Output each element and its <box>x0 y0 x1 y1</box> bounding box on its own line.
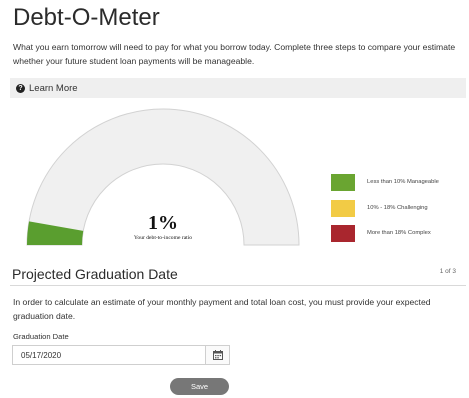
legend-item-challenging: 10% - 18% Challenging <box>331 199 469 217</box>
legend-label-challenging: 10% - 18% Challenging <box>367 205 428 211</box>
legend-label-manageable: Less than 10% Manageable <box>367 179 439 185</box>
learn-more-label: Learn More <box>29 82 78 94</box>
graduation-date-label: Graduation Date <box>13 332 69 341</box>
graduation-date-field <box>12 345 230 365</box>
calendar-icon <box>212 350 223 360</box>
legend-swatch-challenging <box>331 199 355 217</box>
legend-swatch-manageable <box>331 173 355 191</box>
legend-item-manageable: Less than 10% Manageable <box>331 173 469 191</box>
calendar-button[interactable] <box>205 346 229 364</box>
legend-label-complex: More than 18% Complex <box>367 230 431 236</box>
intro-text: What you earn tomorrow will need to pay … <box>13 42 456 66</box>
legend-swatch-complex <box>331 224 355 242</box>
debt-ratio-caption: Your debt-to-income ratio <box>133 235 193 241</box>
learn-more-toggle[interactable]: ? Learn More <box>10 78 466 98</box>
section-title: Projected Graduation Date <box>12 266 178 282</box>
graduation-date-input[interactable] <box>13 346 205 364</box>
step-counter: 1 of 3 <box>439 268 456 275</box>
section-description: In order to calculate an estimate of you… <box>13 297 431 321</box>
legend-item-complex: More than 18% Complex <box>331 224 469 242</box>
save-button[interactable]: Save <box>170 378 229 395</box>
question-circle-icon: ? <box>16 83 25 93</box>
section-divider <box>10 285 466 286</box>
page-title: Debt-O-Meter <box>13 4 160 31</box>
debt-ratio-value: 1% <box>148 212 178 234</box>
